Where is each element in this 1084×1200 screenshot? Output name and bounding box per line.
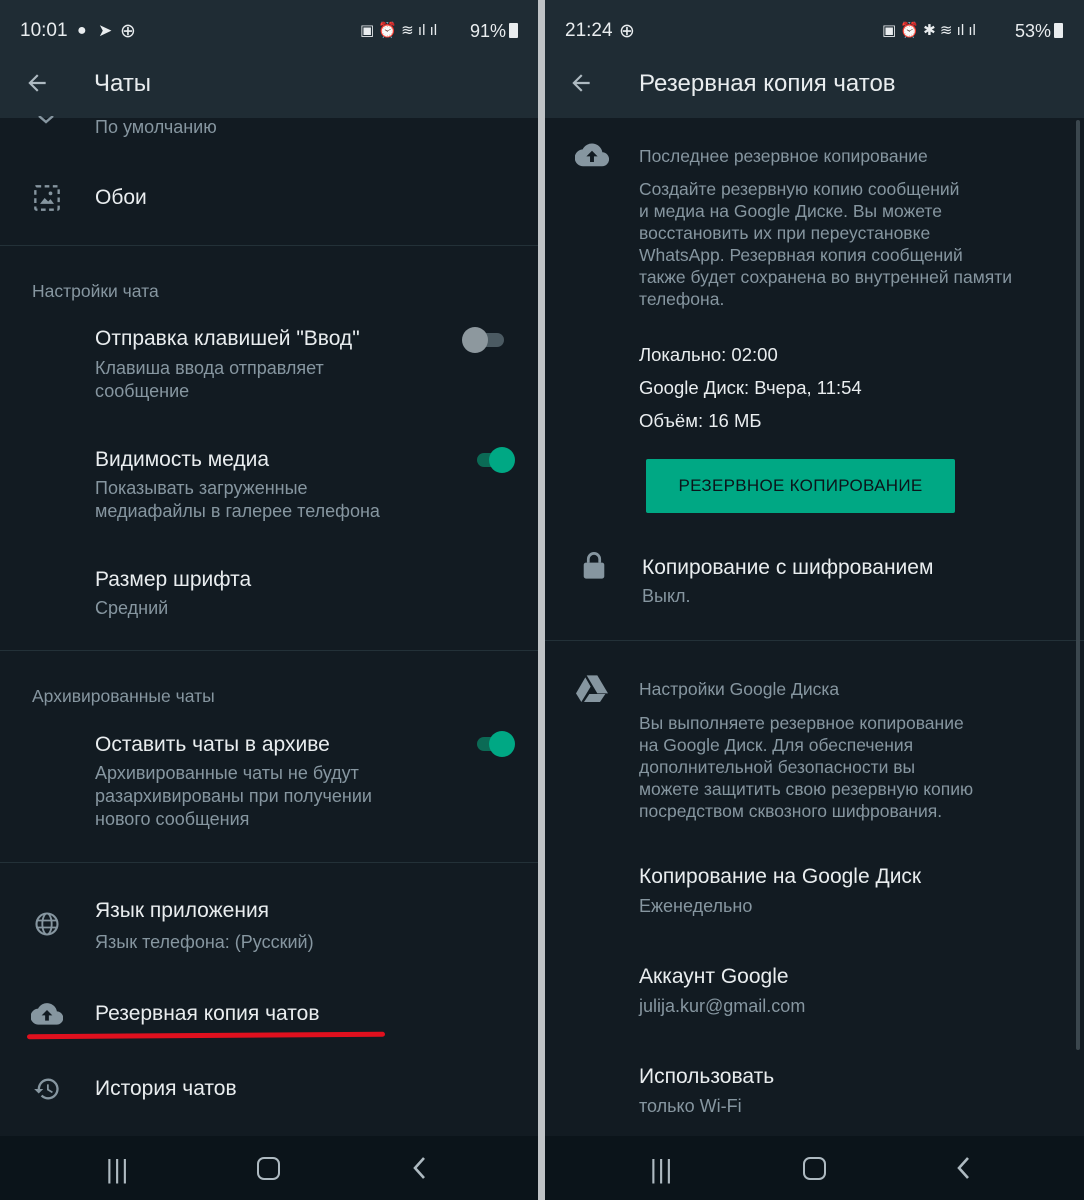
encrypted-backup-title: Копирование с шифрованием xyxy=(642,556,934,579)
notification-icon: ⊕ xyxy=(619,21,635,42)
notification-icon: ⊕ xyxy=(120,21,136,42)
encrypted-backup-status: Выкл. xyxy=(642,586,691,606)
divider xyxy=(0,245,538,246)
drive-backup-time: Google Диск: Вчера, 11:54 xyxy=(639,377,862,398)
divider xyxy=(545,640,1084,641)
left-screen: 10:01 ● ➤ ⊕ ▣ ⏰ ≋ ıl ıl 91% Чаты По умол… xyxy=(0,0,538,1200)
keep-archived-title: Оставить чаты в архиве xyxy=(95,733,330,756)
page-title: Резервная копия чатов xyxy=(639,70,896,97)
use-network-title: Использовать xyxy=(639,1065,775,1088)
divider xyxy=(0,862,538,863)
right-screen: 21:24 ⊕ ▣ ⏰ ✱ ≋ ıl ıl 53% Резервная копи… xyxy=(545,0,1084,1200)
app-language-subtitle: Язык телефона: (Русский) xyxy=(95,932,314,952)
keep-archived-subtitle: Архивированные чаты не будут xyxy=(95,763,359,783)
chat-backup-label: Резервная копия чатов xyxy=(95,1002,320,1025)
enter-send-subtitle: сообщение xyxy=(95,381,190,401)
status-time: 10:01 xyxy=(20,20,68,41)
last-backup-desc: Создайте резервную копию сообщений xyxy=(639,179,960,199)
cloud-upload-icon xyxy=(575,143,609,167)
status-icons: ▣ ⏰ ✱ ≋ ıl ıl xyxy=(882,22,976,39)
wallpaper-label: Обои xyxy=(95,186,147,209)
telegram-icon: ➤ xyxy=(98,21,113,40)
back-icon[interactable] xyxy=(954,1155,974,1181)
font-size-item[interactable] xyxy=(0,557,538,637)
enter-send-subtitle: Клавиша ввода отправляет xyxy=(95,358,324,378)
nav-bar: ||| xyxy=(0,1136,538,1200)
battery-icon xyxy=(1054,23,1063,38)
history-icon xyxy=(34,1078,59,1100)
theme-icon xyxy=(38,116,54,124)
wallpaper-icon xyxy=(34,185,60,211)
google-account-title: Аккаунт Google xyxy=(639,965,789,988)
divider xyxy=(0,650,538,651)
back-arrow-icon[interactable] xyxy=(568,70,594,96)
keep-archived-subtitle: разархивированы при получении xyxy=(95,786,372,806)
recents-icon[interactable]: ||| xyxy=(106,1154,129,1185)
last-backup-desc: и медиа на Google Диске. Вы можете xyxy=(639,201,942,221)
backup-size: Объём: 16 МБ xyxy=(639,410,762,431)
use-network-item[interactable] xyxy=(545,1050,1084,1130)
facebook-icon: ● xyxy=(77,22,87,39)
status-icons: ▣ ⏰ ≋ ıl ıl xyxy=(360,22,438,39)
drive-settings-desc: посредством сквозного шифрования. xyxy=(639,801,943,821)
last-backup-desc: телефона. xyxy=(639,289,725,309)
backup-button[interactable]: РЕЗЕРВНОЕ КОПИРОВАНИЕ xyxy=(646,459,955,513)
font-size-subtitle: Средний xyxy=(95,598,169,618)
last-backup-desc: WhatsApp. Резервная копия сообщений xyxy=(639,245,963,265)
globe-icon xyxy=(35,912,59,936)
app-language-title: Язык приложения xyxy=(95,899,270,922)
scrollbar[interactable] xyxy=(1076,120,1080,1050)
enter-send-title: Отправка клавишей "Ввод" xyxy=(95,327,360,350)
nav-bar: ||| xyxy=(545,1136,1084,1200)
chat-history-label: История чатов xyxy=(95,1077,237,1100)
cloud-upload-icon xyxy=(31,1003,63,1025)
drive-settings-desc: можете защитить свою резервную копию xyxy=(639,779,974,799)
drive-settings-title: Настройки Google Диска xyxy=(639,679,840,699)
battery-percent: 53% xyxy=(1015,21,1052,41)
drive-settings-desc: дополнительной безопасности вы xyxy=(639,757,916,777)
keep-archived-subtitle: нового сообщения xyxy=(95,809,250,829)
back-arrow-icon[interactable] xyxy=(24,70,50,96)
media-visibility-subtitle: Показывать загруженные xyxy=(95,478,308,498)
home-icon[interactable] xyxy=(257,1157,280,1180)
use-network-value: только Wi-Fi xyxy=(639,1096,742,1116)
last-backup-desc: восстановить их при переустановке xyxy=(639,223,931,243)
battery-icon xyxy=(509,23,518,38)
section-archived-chats: Архивированные чаты xyxy=(32,686,215,706)
section-chat-settings: Настройки чата xyxy=(32,281,159,301)
app-bar: Резервная копия чатов xyxy=(545,60,1084,118)
back-icon[interactable] xyxy=(410,1155,430,1181)
recents-icon[interactable]: ||| xyxy=(650,1154,673,1185)
lock-icon xyxy=(583,552,605,579)
drive-copy-frequency: Еженедельно xyxy=(639,896,753,916)
status-bar: 10:01 ● ➤ ⊕ ▣ ⏰ ≋ ıl ıl 91% xyxy=(0,0,538,60)
drive-copy-item[interactable] xyxy=(545,850,1084,935)
media-visibility-toggle[interactable] xyxy=(471,445,517,475)
last-backup-title: Последнее резервное копирование xyxy=(639,146,928,166)
enter-send-toggle[interactable] xyxy=(462,325,510,355)
status-bar: 21:24 ⊕ ▣ ⏰ ✱ ≋ ıl ıl 53% xyxy=(545,0,1084,60)
page-title: Чаты xyxy=(94,70,152,97)
wallpaper-item[interactable] xyxy=(0,160,538,240)
media-visibility-title: Видимость медиа xyxy=(95,448,270,471)
chat-history-item[interactable] xyxy=(0,1060,538,1120)
font-size-title: Размер шрифта xyxy=(95,568,252,591)
google-account-email: julija.kur@gmail.com xyxy=(639,996,806,1016)
keep-archived-toggle[interactable] xyxy=(471,729,517,759)
drive-copy-title: Копирование на Google Диск xyxy=(639,865,922,888)
google-account-item[interactable] xyxy=(545,950,1084,1035)
theme-subtitle: По умолчанию xyxy=(95,117,217,137)
battery-percent: 91% xyxy=(470,21,507,41)
home-icon[interactable] xyxy=(803,1157,826,1180)
drive-settings-desc: на Google Диск. Для обеспечения xyxy=(639,735,914,755)
app-language-item[interactable] xyxy=(0,885,538,970)
status-time: 21:24 xyxy=(565,20,613,41)
app-bar: Чаты xyxy=(0,60,538,118)
last-backup-desc: также будет сохранена во внутренней памя… xyxy=(639,267,1013,287)
local-backup-time: Локально: 02:00 xyxy=(639,344,778,365)
drive-settings-desc: Вы выполняете резервное копирование xyxy=(639,713,964,733)
google-drive-icon xyxy=(576,675,608,702)
media-visibility-subtitle: медиафайлы в галерее телефона xyxy=(95,501,380,521)
encrypted-backup-item[interactable] xyxy=(545,540,1084,625)
